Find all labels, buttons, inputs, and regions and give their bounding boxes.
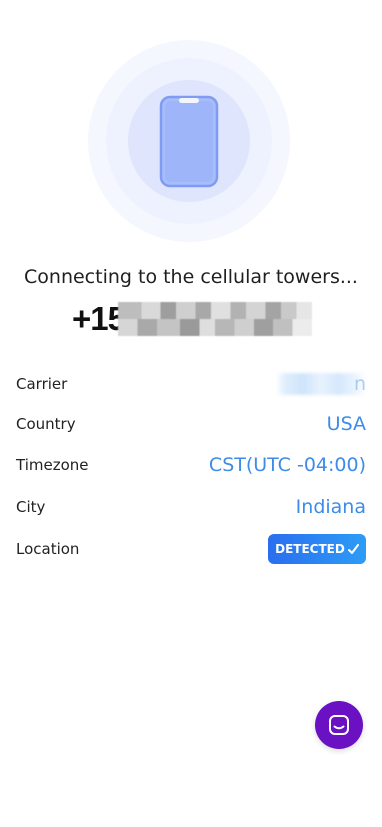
timezone-label: Timezone: [16, 456, 89, 474]
phone-illustration: [88, 40, 290, 242]
timezone-value: CST(UTC -04:00): [208, 454, 366, 476]
country-value: USA: [326, 413, 366, 435]
detected-badge: DETECTED: [268, 534, 366, 564]
city-value: Indiana: [295, 496, 366, 518]
chat-button[interactable]: [315, 701, 363, 749]
city-row: City Indiana: [16, 492, 366, 522]
carrier-value: n: [353, 373, 366, 395]
carrier-redaction: [276, 373, 366, 395]
timezone-row: Timezone CST(UTC -04:00): [16, 450, 366, 480]
chat-icon: [329, 715, 349, 735]
check-icon: [347, 543, 359, 554]
location-label: Location: [16, 540, 80, 558]
location-row: Location DETECTED: [16, 534, 366, 564]
smartphone-icon: [159, 95, 219, 188]
carrier-row: Carrier n: [16, 369, 366, 399]
country-row: Country USA: [16, 409, 366, 439]
carrier-label: Carrier: [16, 375, 68, 393]
detected-badge-label: DETECTED: [275, 542, 345, 556]
connection-status-text: Connecting to the cellular towers...: [24, 266, 358, 288]
page: Connecting to the cellular towers... +15…: [0, 0, 382, 827]
country-label: Country: [16, 415, 76, 433]
city-label: City: [16, 498, 46, 516]
phone-number-redaction: [118, 302, 312, 336]
